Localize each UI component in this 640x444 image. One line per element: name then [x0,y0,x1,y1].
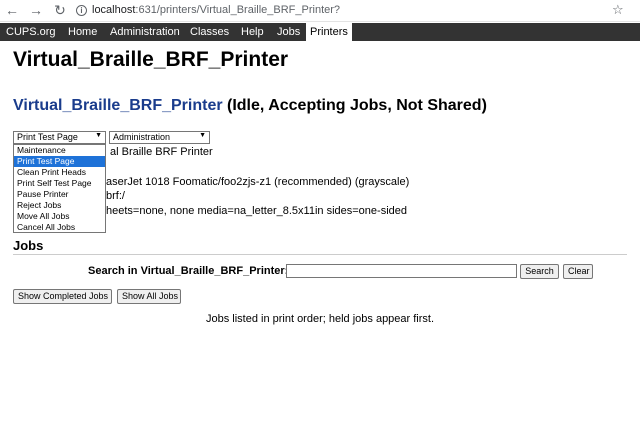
nav-tab-cups-org[interactable]: CUPS.org [2,23,60,41]
printer-state: (Idle, Accepting Jobs, Not Shared) [222,97,487,114]
jobs-note: Jobs listed in print order; held jobs ap… [205,313,435,325]
star-icon[interactable]: ☆ [612,2,624,18]
search-button[interactable]: Search [520,264,559,279]
show-completed-jobs-button[interactable]: Show Completed Jobs [13,289,112,304]
nav-tab-administration[interactable]: Administration [106,23,184,41]
forward-arrow-icon[interactable]: → [28,2,44,18]
info-icon[interactable]: i [76,5,87,16]
search-input[interactable] [286,264,517,278]
chevron-down-icon: ▼ [199,132,206,139]
reload-icon[interactable]: ↻ [52,2,68,18]
browser-toolbar: ← → ↻ i localhost:631/printers/Virtual_B… [0,0,640,22]
clear-button[interactable]: Clear [563,264,593,279]
back-arrow-icon[interactable]: ← [4,2,20,18]
jobs-heading: Jobs [13,238,44,253]
option-move-all-jobs[interactable]: Move All Jobs [14,211,105,222]
maintenance-dropdown-list: Maintenance Print Test Page Clean Print … [13,144,106,233]
nav-tab-home[interactable]: Home [64,23,101,41]
printer-link[interactable]: Virtual_Braille_BRF_Printer [13,97,223,114]
maintenance-select[interactable]: Print Test Page ▼ [13,131,106,144]
nav-tab-help[interactable]: Help [237,23,268,41]
divider [13,254,627,255]
option-pause-printer[interactable]: Pause Printer [14,189,105,200]
printer-driver: aserJet 1018 Foomatic/foo2zjs-z1 (recomm… [106,176,410,188]
nav-tab-classes[interactable]: Classes [186,23,233,41]
cups-nav-bar: CUPS.org Home Administration Classes Hel… [0,23,640,41]
chevron-down-icon: ▼ [95,132,102,139]
option-clean-print-heads[interactable]: Clean Print Heads [14,167,105,178]
printer-defaults: heets=none, none media=na_letter_8.5x11i… [106,205,407,217]
nav-tab-printers[interactable]: Printers [306,23,352,41]
address-bar[interactable]: i localhost:631/printers/Virtual_Braille… [72,2,612,19]
show-all-jobs-button[interactable]: Show All Jobs [117,289,181,304]
url-text: localhost:631/printers/Virtual_Braille_B… [92,4,341,16]
printer-connection: brf:/ [106,190,125,202]
option-maintenance[interactable]: Maintenance [14,145,105,156]
administration-select[interactable]: Administration ▼ [109,131,210,144]
option-print-test-page[interactable]: Print Test Page [14,156,105,167]
printer-heading: Virtual_Braille_BRF_Printer (Idle, Accep… [13,97,487,115]
nav-tab-jobs[interactable]: Jobs [273,23,304,41]
option-print-self-test-page[interactable]: Print Self Test Page [14,178,105,189]
page-title: Virtual_Braille_BRF_Printer [13,48,289,71]
option-cancel-all-jobs[interactable]: Cancel All Jobs [14,222,105,233]
printer-description: al Braille BRF Printer [110,146,213,158]
option-reject-jobs[interactable]: Reject Jobs [14,200,105,211]
search-label: Search in Virtual_Braille_BRF_Printer: [88,265,289,277]
